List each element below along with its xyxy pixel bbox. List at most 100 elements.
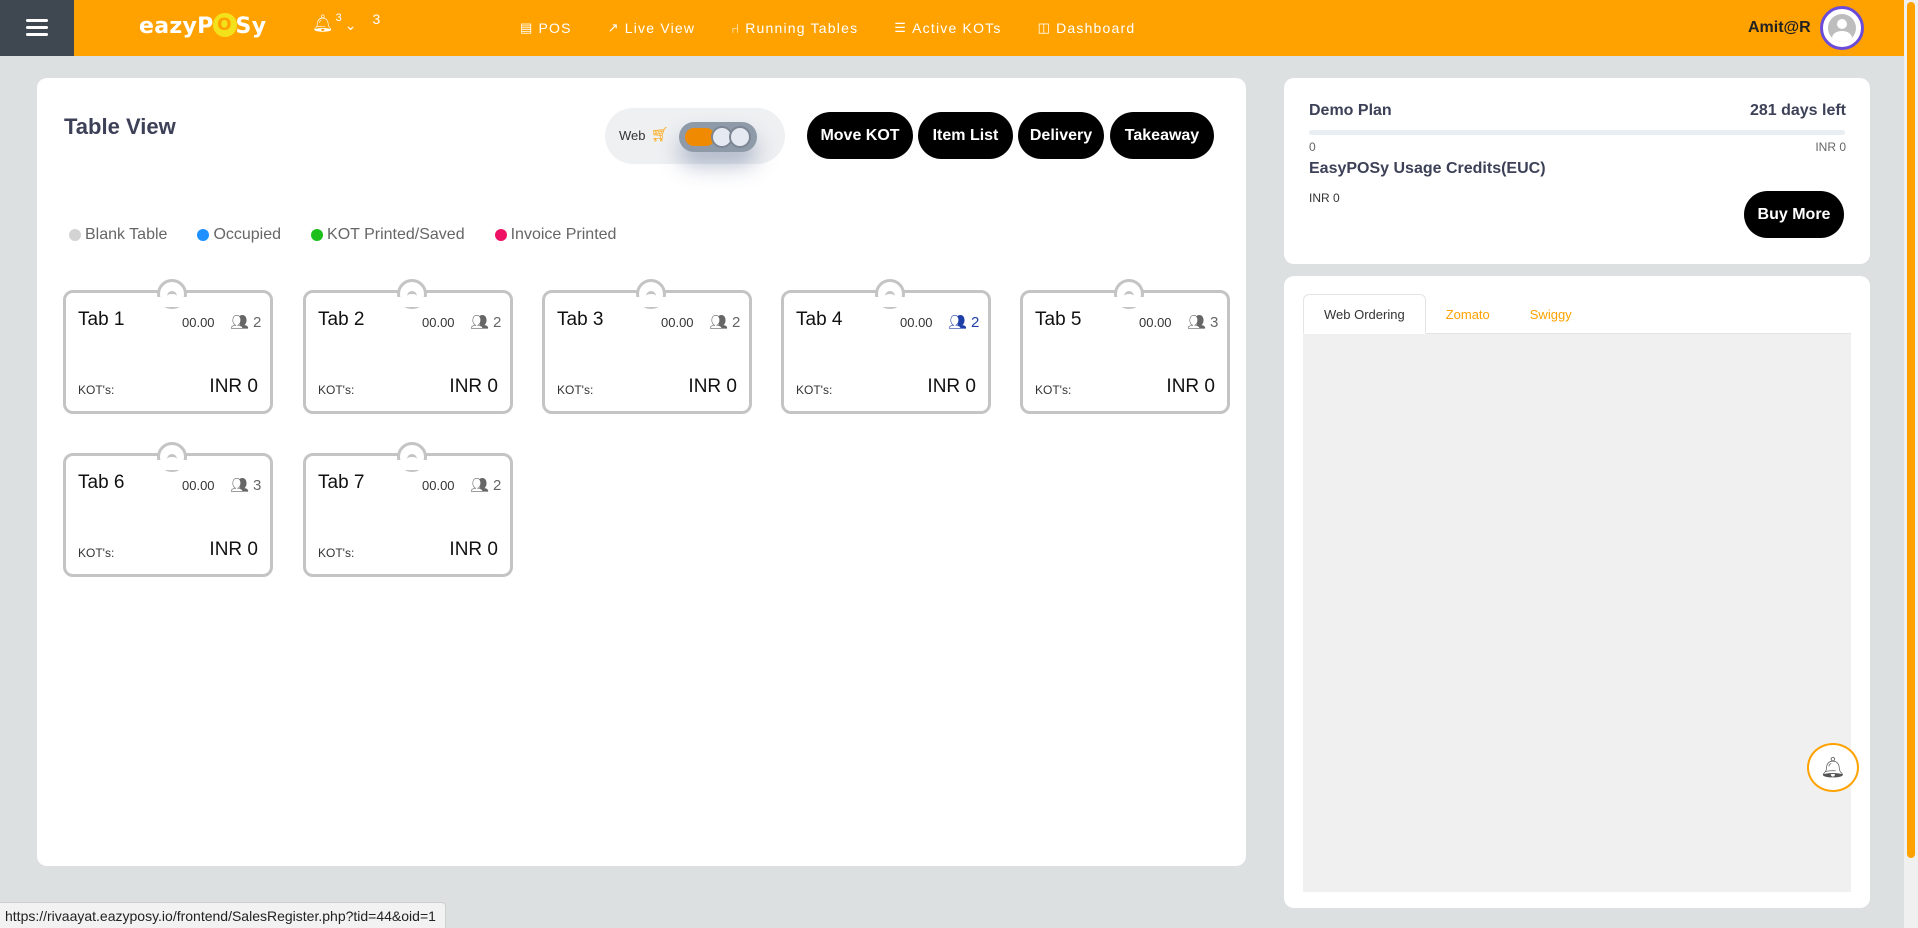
notifications-button[interactable]: 🔔︎ 3 ⌄ 3 — [312, 11, 381, 36]
users-icon: 👥︎ — [470, 314, 490, 331]
table-amount: 00.00 — [1139, 315, 1172, 330]
item-list-button[interactable]: Item List — [918, 112, 1013, 159]
credits-progress-bar — [1309, 130, 1845, 135]
move-kot-button[interactable]: Move KOT — [807, 112, 913, 159]
users-icon: 👥︎ — [470, 477, 490, 494]
guest-count: 2 — [971, 313, 980, 331]
nav-active-kots[interactable]: ☰ Active KOTs — [894, 20, 1001, 36]
table-amount: 00.00 — [182, 478, 215, 493]
table-name: Tab 5 — [1035, 309, 1082, 330]
guest-count: 2 — [493, 476, 502, 494]
legend-label: Invoice Printed — [510, 226, 617, 243]
web-toggle-label: Web — [619, 128, 646, 143]
nav-dashboard-label: Dashboard — [1056, 20, 1136, 36]
avatar[interactable] — [1820, 6, 1864, 50]
page-scrollbar[interactable] — [1904, 0, 1918, 928]
tab-zomato[interactable]: Zomato — [1426, 294, 1510, 334]
user-name[interactable]: Amit@R — [1748, 19, 1811, 37]
legend-dot — [311, 229, 324, 241]
table-kot-label: KOT's: — [1035, 383, 1072, 397]
table-knob — [1110, 279, 1148, 309]
table-amount: 00.00 — [661, 315, 694, 330]
nav-dashboard[interactable]: ◫ Dashboard — [1038, 20, 1136, 36]
table-knob — [393, 442, 431, 472]
nav-active-kots-label: Active KOTs — [912, 20, 1002, 36]
table-guests: 👥︎ 2 — [230, 313, 262, 332]
delivery-button[interactable]: Delivery — [1018, 112, 1104, 159]
legend-invoice-printed: Invoice Printed — [494, 226, 617, 244]
nav-running-tables-label: Running Tables — [745, 20, 859, 36]
table-view-panel: Table View Web 🛒︎ Move KOT Item List Del… — [37, 78, 1246, 866]
guest-count: 2 — [732, 313, 741, 331]
legend-dot — [494, 229, 507, 241]
table-kot-label: KOT's: — [557, 383, 594, 397]
guest-count: 2 — [253, 313, 262, 331]
table-guests: 👥︎ 2 — [948, 313, 980, 332]
receipt-icon: ▤ — [520, 20, 534, 35]
legend-label: Occupied — [213, 226, 282, 243]
table-guests: 👥︎ 2 — [709, 313, 741, 332]
scrollbar-thumb[interactable] — [1907, 2, 1915, 858]
legend-dot — [197, 229, 210, 241]
table-guests: 👥︎ 3 — [230, 476, 261, 495]
guest-count: 2 — [493, 313, 502, 331]
table-card-tab-7[interactable]: Tab 7 00.00 👥︎ 2 KOT's: INR 0 — [303, 442, 513, 577]
table-card-tab-4[interactable]: Tab 4 00.00 👥︎ 2 KOT's: INR 0 — [781, 279, 991, 414]
nav-pos[interactable]: ▤ POS — [520, 20, 572, 36]
table-amount: 00.00 — [422, 478, 455, 493]
table-guests: 👥︎ 3 — [1187, 313, 1219, 332]
list-icon: ☰ — [894, 20, 908, 35]
bell-icon: 🔔︎ — [1820, 757, 1846, 779]
legend-dot — [69, 229, 81, 241]
user-icon — [1828, 14, 1856, 42]
progress-min: 0 — [1309, 140, 1316, 154]
table-kot-label: KOT's: — [318, 546, 355, 560]
trend-up-icon: ↗ — [607, 20, 620, 35]
table-name: Tab 4 — [796, 309, 843, 330]
status-bar-url: https://rivaayat.eazyposy.io/frontend/Sa… — [0, 902, 446, 928]
progress-max: INR 0 — [1815, 140, 1846, 154]
table-total: INR 0 — [449, 376, 498, 397]
cart-icon: 🛒︎ — [651, 126, 669, 142]
ordering-tabs: Web Ordering Zomato Swiggy — [1303, 294, 1851, 334]
web-ordering-toggle[interactable]: Web 🛒︎ — [605, 108, 785, 164]
table-card-tab-6[interactable]: Tab 6 00.00 👥︎ 3 KOT's: INR 0 — [63, 442, 273, 577]
table-kot-label: KOT's: — [318, 383, 355, 397]
nav-live-view-label: Live View — [624, 20, 696, 36]
page-title: Table View — [64, 114, 176, 139]
top-navbar: eazyP O Sy 🔔︎ 3 ⌄ 3 ▤ POS ↗ Live View ⑁ Ru… — [0, 0, 1904, 56]
app-logo[interactable]: eazyP O Sy — [139, 13, 266, 39]
tab-web-ordering[interactable]: Web Ordering — [1303, 294, 1426, 334]
users-icon: 👥︎ — [948, 314, 968, 331]
users-icon: 👥︎ — [230, 477, 250, 494]
table-knob — [632, 279, 670, 309]
table-knob — [871, 279, 909, 309]
plan-days-left: 281 days left — [1749, 102, 1846, 119]
plan-name: Demo Plan — [1309, 102, 1392, 119]
table-card-tab-1[interactable]: Tab 1 00.00 👥︎ 2 KOT's: INR 0 — [63, 279, 273, 414]
nav-live-view[interactable]: ↗ Live View — [608, 20, 696, 36]
tab-swiggy[interactable]: Swiggy — [1510, 294, 1592, 334]
guest-count: 3 — [1210, 313, 1219, 331]
takeaway-button[interactable]: Takeaway — [1110, 112, 1214, 159]
main-nav: ▤ POS ↗ Live View ⑁ Running Tables ☰ Act… — [520, 0, 1171, 56]
chevron-down-icon: ⌄ — [344, 17, 357, 33]
euc-value: INR 0 — [1309, 191, 1340, 205]
hamburger-icon — [26, 19, 48, 37]
table-card-tab-3[interactable]: Tab 3 00.00 👥︎ 2 KOT's: INR 0 — [542, 279, 752, 414]
table-card-tab-5[interactable]: Tab 5 00.00 👥︎ 3 KOT's: INR 0 — [1020, 279, 1230, 414]
table-name: Tab 3 — [557, 309, 604, 330]
buy-more-button[interactable]: Buy More — [1744, 191, 1844, 238]
nav-pos-label: POS — [538, 20, 572, 36]
euc-title: EasyPOSy Usage Credits(EUC) — [1309, 160, 1546, 177]
hamburger-menu-button[interactable] — [0, 0, 74, 56]
nav-running-tables[interactable]: ⑁ Running Tables — [731, 20, 858, 36]
notification-bell-button[interactable]: 🔔︎ — [1807, 743, 1859, 792]
table-total: INR 0 — [688, 376, 737, 397]
table-kot-label: KOT's: — [796, 383, 833, 397]
bell-icon: 🔔︎ — [312, 14, 334, 33]
notification-count: 3 — [372, 11, 381, 27]
toggle-switch[interactable] — [679, 122, 757, 152]
toggle-knob — [729, 126, 751, 148]
table-card-tab-2[interactable]: Tab 2 00.00 👥︎ 2 KOT's: INR 0 — [303, 279, 513, 414]
